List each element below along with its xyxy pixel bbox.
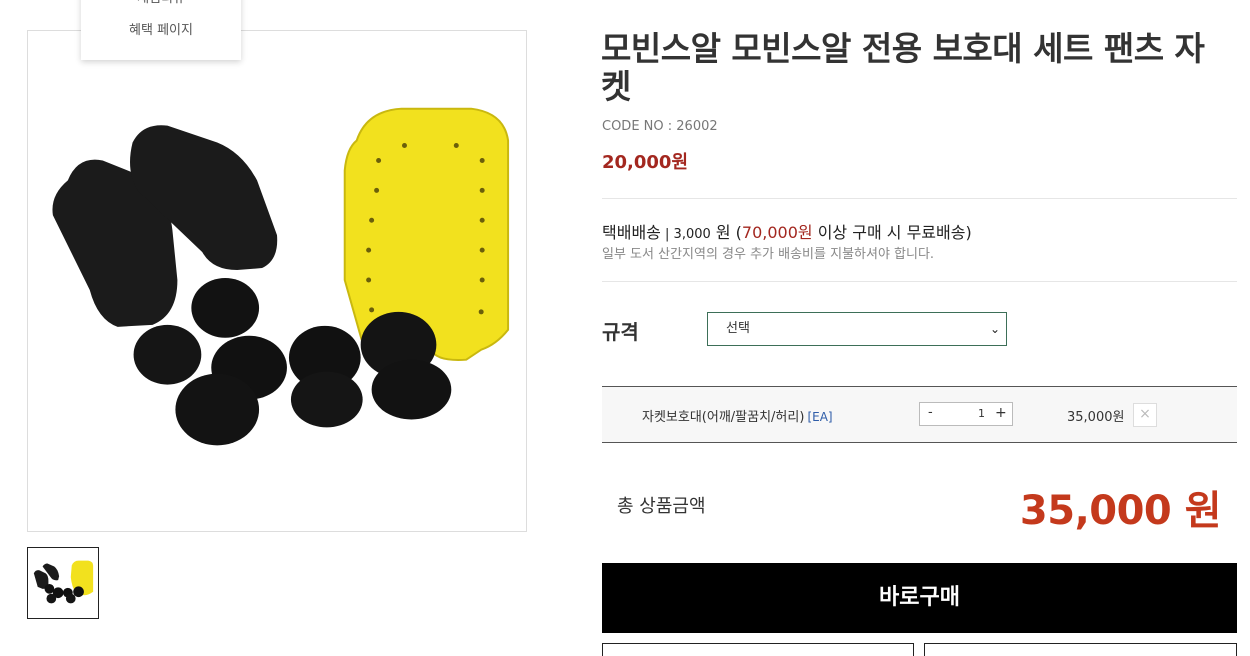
elbow-cup-4 bbox=[175, 373, 260, 446]
total-label: 총 상품금액 bbox=[617, 496, 706, 517]
shipping-info: 택배배송 | 3,000 원 (70,000원 이상 구매 시 무료배송) bbox=[602, 219, 972, 243]
selected-option-row: 자켓보호대(어깨/팔꿈치/허리) [EA] - 1 + 35,000원 × bbox=[602, 386, 1237, 443]
qty-decrease-button[interactable]: - bbox=[928, 405, 933, 420]
total-value: 35,000 원 bbox=[1019, 488, 1222, 534]
spec-selected-value: 선택 bbox=[726, 321, 750, 336]
qty-input[interactable]: 1 bbox=[978, 407, 985, 420]
option-name-text: 자켓보호대(어깨/팔꿈치/허리) bbox=[642, 410, 805, 425]
chevron-down-icon: ⌄ bbox=[989, 322, 1000, 336]
product-price: 20,000원 bbox=[602, 152, 689, 173]
product-thumbnail[interactable] bbox=[27, 547, 99, 619]
thumbnail-illustration bbox=[28, 548, 98, 618]
spec-label: 규격 bbox=[602, 320, 639, 344]
elbow-cup-1 bbox=[191, 278, 260, 338]
protector-set-illustration bbox=[28, 31, 526, 531]
shipping-won: 원 ( bbox=[710, 223, 742, 242]
back-protector bbox=[343, 107, 510, 361]
knee-cup-3 bbox=[290, 371, 363, 428]
code-value: 26002 bbox=[676, 119, 718, 134]
shipping-separator: | bbox=[660, 227, 674, 242]
elbow-cup-2 bbox=[133, 324, 202, 385]
free-shipping-text: 이상 구매 시 무료배송) bbox=[812, 223, 972, 242]
qty-increase-button[interactable]: + bbox=[995, 405, 1007, 421]
product-main-image bbox=[27, 30, 527, 532]
free-shipping-threshold: 70,000원 bbox=[741, 223, 813, 242]
close-icon[interactable]: × bbox=[1133, 403, 1157, 427]
cart-button[interactable] bbox=[602, 643, 914, 656]
product-code: CODE NO : 26002 bbox=[602, 119, 718, 134]
knee-cup-4 bbox=[371, 359, 452, 420]
menu-item-review[interactable]: 재럼리뷰 bbox=[81, 0, 241, 8]
buy-now-button[interactable]: 바로구매 bbox=[602, 563, 1237, 633]
shipping-method: 택배배송 bbox=[602, 223, 661, 242]
divider bbox=[602, 281, 1237, 282]
option-price: 35,000원 bbox=[1067, 410, 1125, 425]
shipping-fee: 3,000 bbox=[673, 227, 711, 242]
option-unit: [EA] bbox=[807, 410, 833, 424]
quantity-stepper: - 1 + bbox=[919, 402, 1013, 426]
dropdown-menu: 재럼리뷰 혜택 페이지 bbox=[81, 0, 241, 60]
product-title: 모빈스알 모빈스알 전용 보호대 세트 팬츠 자켓 bbox=[601, 29, 1205, 106]
option-name: 자켓보호대(어깨/팔꿈치/허리) [EA] bbox=[642, 406, 833, 425]
wishlist-button[interactable] bbox=[924, 643, 1237, 656]
shipping-note: 일부 도서 산간지역의 경우 추가 배송비를 지불하셔야 합니다. bbox=[602, 247, 935, 262]
code-label: CODE NO : bbox=[602, 119, 677, 134]
spec-select[interactable]: 선택 ⌄ bbox=[707, 312, 1007, 346]
divider bbox=[602, 198, 1237, 199]
menu-item-benefits[interactable]: 혜택 페이지 bbox=[81, 21, 241, 41]
